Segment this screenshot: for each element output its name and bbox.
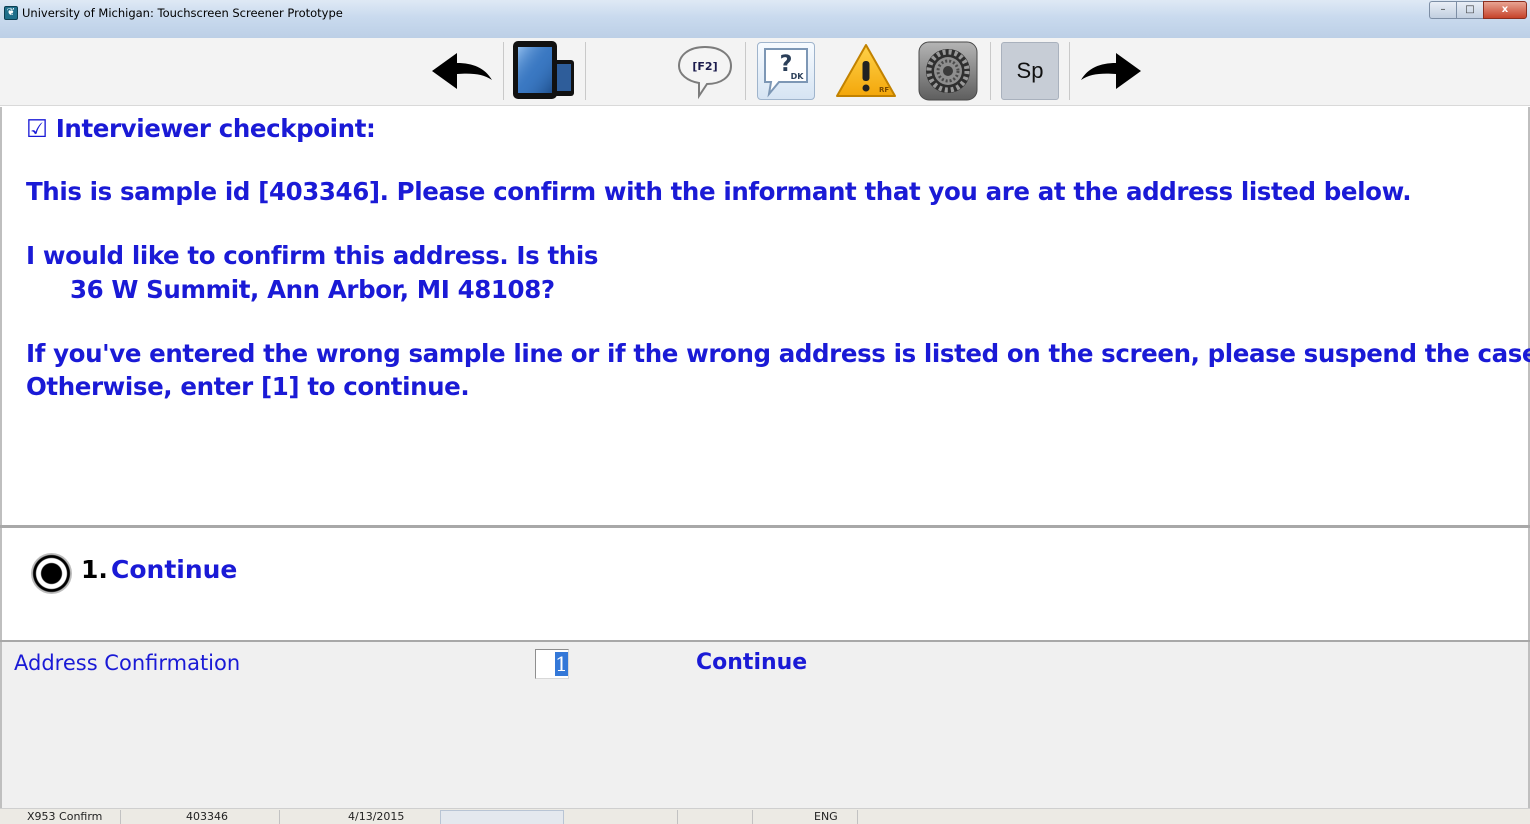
answer-text: Continue — [696, 650, 808, 675]
speech-bubble-icon: [F2] — [677, 45, 733, 100]
question-line-confirm: I would like to confirm this address. Is… — [26, 241, 598, 270]
close-button[interactable]: x — [1483, 1, 1527, 19]
status-date: 4/13/2015 — [348, 810, 405, 823]
toolbar: [F2] ? DK RF Sp — [0, 38, 1530, 106]
radio-button-selected[interactable] — [31, 553, 72, 594]
answer-input[interactable]: 1 — [535, 649, 569, 679]
forward-button[interactable] — [1076, 40, 1146, 102]
question-mark-icon: ? DK — [764, 48, 808, 98]
checkpoint-header: ☑ Interviewer checkpoint: — [26, 114, 376, 143]
toolbar-separator — [745, 42, 746, 100]
title-bar: ❦ University of Michigan: Touchscreen Sc… — [0, 0, 1530, 38]
svg-text:DK: DK — [791, 72, 805, 81]
status-separator — [857, 810, 858, 824]
back-button[interactable] — [428, 40, 496, 102]
app-icon: ❦ — [4, 6, 18, 20]
answer-input-value: 1 — [555, 652, 568, 676]
svg-text:[F2]: [F2] — [692, 60, 717, 73]
maximize-button[interactable]: □ — [1456, 1, 1483, 19]
back-arrow-icon — [432, 53, 492, 89]
field-label-address-confirmation: Address Confirmation — [14, 651, 241, 675]
status-progress-panel — [440, 810, 564, 824]
answer-label[interactable]: Continue — [111, 555, 237, 584]
question-line-suspend: If you've entered the wrong sample line … — [26, 339, 1530, 368]
question-panel: ☑ Interviewer checkpoint: This is sample… — [0, 107, 1530, 527]
settings-button[interactable] — [916, 40, 980, 102]
dont-know-button[interactable]: ? DK — [754, 40, 818, 102]
window-title: University of Michigan: Touchscreen Scre… — [22, 6, 343, 20]
question-line-sample-id: This is sample id [403346]. Please confi… — [26, 177, 1412, 206]
status-separator — [120, 810, 121, 824]
f2-button[interactable]: [F2] — [673, 40, 737, 102]
tablet-phone-icon — [513, 41, 574, 99]
gear-icon — [918, 41, 978, 101]
device-button[interactable] — [510, 40, 578, 102]
address-text: 36 W Summit, Ann Arbor, MI 48108? — [70, 275, 555, 304]
status-language: ENG — [814, 810, 838, 823]
window-controls: – □ x — [1429, 1, 1527, 19]
warning-icon: RF — [836, 44, 896, 97]
status-separator — [752, 810, 753, 824]
toolbar-separator — [503, 42, 504, 100]
spanish-button[interactable]: Sp — [998, 40, 1062, 102]
toolbar-separator — [990, 42, 991, 100]
svg-text:RF: RF — [879, 86, 889, 94]
answer-number: 1. — [81, 555, 108, 584]
refused-button[interactable]: RF — [834, 40, 898, 102]
status-bar: X953 Confirm 403346 4/13/2015 ENG — [0, 808, 1530, 824]
sp-label: Sp — [1001, 42, 1059, 100]
toolbar-separator — [1069, 42, 1070, 100]
answer-options: 1. Continue — [0, 528, 1530, 640]
forward-arrow-icon — [1081, 53, 1141, 89]
status-sample-id: 403346 — [186, 810, 228, 823]
toolbar-separator — [585, 42, 586, 100]
field-grid: Address Confirmation 1 Continue — [0, 642, 1530, 808]
status-field-name: X953 Confirm — [27, 810, 103, 823]
question-line-continue: Otherwise, enter [1] to continue. — [26, 372, 470, 401]
minimize-button[interactable]: – — [1429, 1, 1456, 19]
status-separator — [279, 810, 280, 824]
status-separator — [677, 810, 678, 824]
